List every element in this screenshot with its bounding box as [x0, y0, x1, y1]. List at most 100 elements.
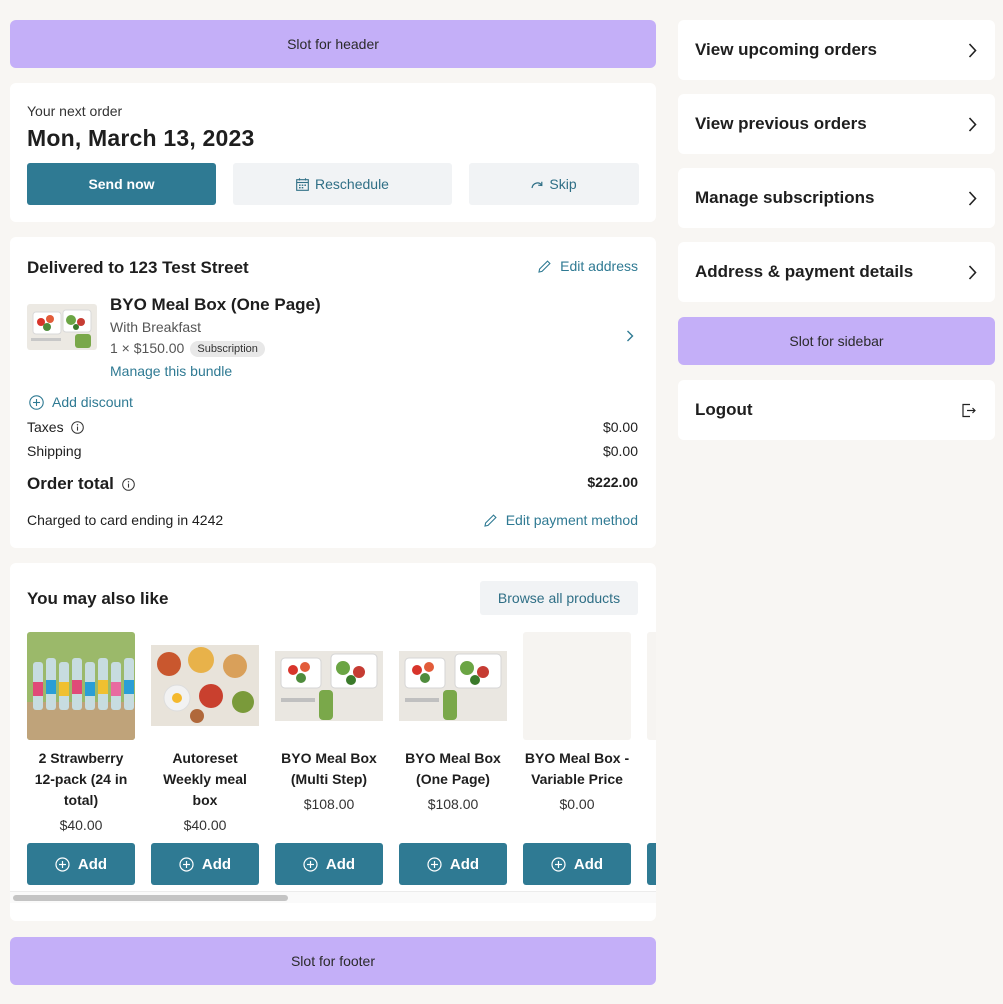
next-order-card: Your next order Mon, March 13, 2023 Send…: [10, 83, 656, 222]
sidebar-item-previous-orders[interactable]: View previous orders: [678, 94, 995, 154]
horizontal-scrollbar[interactable]: [10, 891, 656, 903]
charged-card-text: Charged to card ending in 4242: [27, 512, 224, 528]
product-price: $0.00: [559, 796, 595, 812]
product-card[interactable]: 2 Strawberry 12-pack (24 in total) $40.0…: [27, 632, 135, 833]
product-name[interactable]: Autoreset Weekly meal box: [151, 748, 259, 811]
product-image-placeholder[interactable]: [647, 632, 656, 740]
product-card[interactable]: BYO Meal Box (Multi Step) $108.00: [275, 632, 383, 812]
browse-all-button[interactable]: Browse all products: [480, 581, 638, 615]
product-image[interactable]: [399, 632, 507, 740]
bundle-thumbnail: [27, 304, 97, 350]
product-name[interactable]: 2 Strawberry 12-pack (24 in total): [27, 748, 135, 811]
bundle-name: BYO Meal Box (One Page): [110, 295, 321, 314]
edit-payment-label: Edit payment method: [505, 512, 638, 528]
add-label: Add: [325, 855, 356, 873]
add-product-button[interactable]: Add: [399, 843, 507, 885]
plus-circle-icon: [303, 856, 318, 872]
product-name[interactable]: BYO Meal Box (Multi Step): [275, 748, 383, 790]
plus-circle-icon: [179, 856, 194, 872]
bundle-variant: With Breakfast: [110, 319, 202, 335]
info-icon[interactable]: [122, 477, 135, 491]
product-image[interactable]: [275, 632, 383, 740]
logout-button[interactable]: Logout: [678, 380, 995, 440]
manage-bundle-link[interactable]: Manage this bundle: [110, 363, 232, 379]
header-slot-label: Slot for header: [287, 36, 379, 52]
add-label: Add: [573, 855, 604, 873]
order-total-row: Order total: [27, 474, 135, 494]
sidebar-item-address-payment[interactable]: Address & payment details: [678, 242, 995, 302]
add-product-button[interactable]: Add: [523, 843, 631, 885]
add-label: Add: [201, 855, 232, 873]
reschedule-button[interactable]: Reschedule: [233, 163, 452, 205]
taxes-value: $0.00: [602, 419, 638, 435]
sidebar-item-upcoming-orders[interactable]: View upcoming orders: [678, 20, 995, 80]
skip-label: Skip: [549, 176, 577, 192]
recommendations-card: You may also like Browse all products 2 …: [10, 563, 656, 921]
bundle-qty-price-text: 1 × $150.00: [110, 340, 185, 356]
calendar-icon: [296, 177, 309, 191]
sidebar-slot: Slot for sidebar: [678, 317, 995, 365]
next-order-date: Mon, March 13, 2023: [27, 125, 255, 151]
product-card[interactable]: BYO Meal Box - Variable Price $0.00: [523, 632, 631, 812]
add-label: Add: [449, 855, 480, 873]
add-product-button-partial[interactable]: [647, 843, 656, 885]
chevron-right-icon: [968, 264, 977, 280]
scrollbar-thumb[interactable]: [13, 895, 288, 901]
sidebar-slot-label: Slot for sidebar: [789, 333, 884, 349]
logout-label: Logout: [695, 400, 753, 419]
edit-payment-link[interactable]: Edit payment method: [483, 512, 638, 528]
add-discount-link[interactable]: Add discount: [29, 394, 133, 410]
shipping-value: $0.00: [602, 443, 638, 459]
sidebar-item-label: View upcoming orders: [695, 40, 878, 59]
product-image-placeholder[interactable]: [523, 632, 631, 740]
product-card[interactable]: BYO Meal Box (One Page) $108.00: [399, 632, 507, 812]
sidebar-item-manage-subscriptions[interactable]: Manage subscriptions: [678, 168, 995, 228]
shipping-label: Shipping: [27, 443, 82, 459]
manage-bundle-label: Manage this bundle: [110, 363, 233, 379]
product-image[interactable]: [151, 632, 259, 740]
send-now-label: Send now: [88, 176, 155, 192]
bundle-chevron-icon[interactable]: [626, 329, 634, 347]
add-product-button[interactable]: Add: [275, 843, 383, 885]
bundle-qty-price: 1 × $150.00 Subscription: [110, 340, 265, 358]
product-price: $108.00: [303, 796, 355, 812]
skip-arrow-icon: [531, 181, 543, 188]
order-details-card: Delivered to 123 Test Street Edit addres…: [10, 237, 656, 548]
send-now-button[interactable]: Send now: [27, 163, 216, 205]
edit-address-link[interactable]: Edit address: [537, 258, 638, 274]
sidebar-item-label: Manage subscriptions: [695, 188, 875, 207]
order-total-value: $222.00: [587, 474, 638, 490]
browse-all-label: Browse all products: [497, 590, 621, 606]
chevron-right-icon: [968, 190, 977, 206]
info-icon[interactable]: [70, 420, 84, 434]
sidebar-item-label: View previous orders: [695, 114, 867, 133]
plus-circle-icon: [427, 856, 442, 872]
product-name[interactable]: BYO Meal Box - Variable Price: [523, 748, 631, 790]
add-product-button[interactable]: Add: [151, 843, 259, 885]
add-discount-label: Add discount: [52, 394, 133, 410]
sidebar-item-label: Address & payment details: [695, 262, 914, 281]
chevron-right-icon: [968, 116, 977, 132]
taxes-label: Taxes: [27, 419, 64, 435]
footer-slot: Slot for footer: [10, 937, 656, 985]
add-label: Add: [77, 855, 108, 873]
plus-circle-icon: [29, 394, 44, 410]
product-price: $40.00: [59, 817, 103, 833]
product-name[interactable]: BYO Meal Box (One Page): [399, 748, 507, 790]
product-image[interactable]: [27, 632, 135, 740]
product-card-partial[interactable]: [647, 632, 656, 740]
pencil-icon: [484, 513, 497, 527]
plus-circle-icon: [55, 856, 70, 872]
product-price: $108.00: [427, 796, 479, 812]
order-total-label: Order total: [27, 474, 114, 493]
skip-button[interactable]: Skip: [469, 163, 639, 205]
taxes-row: Taxes: [27, 419, 84, 435]
footer-slot-label: Slot for footer: [290, 953, 376, 969]
add-product-button[interactable]: Add: [27, 843, 135, 885]
edit-address-label: Edit address: [560, 258, 638, 274]
chevron-right-icon: [968, 42, 977, 58]
pencil-icon: [538, 259, 551, 273]
recommendations-title: You may also like: [27, 589, 169, 608]
logout-icon: [962, 403, 976, 417]
product-card[interactable]: Autoreset Weekly meal box $40.00: [151, 632, 259, 833]
